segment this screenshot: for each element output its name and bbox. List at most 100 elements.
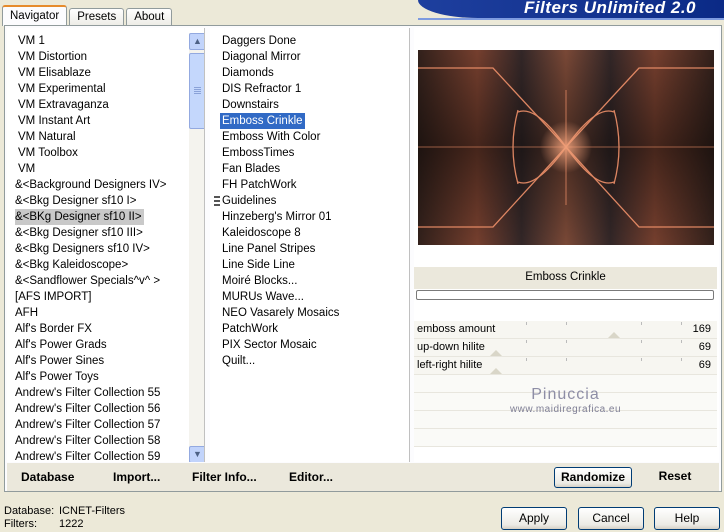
filter-item[interactable]: Downstairs bbox=[222, 97, 339, 113]
randomize-button[interactable]: Randomize bbox=[554, 467, 632, 488]
param-value: 69 bbox=[698, 359, 711, 371]
editor-button[interactable]: Editor... bbox=[289, 470, 333, 484]
slider-tick bbox=[641, 322, 642, 325]
tab-about[interactable]: About bbox=[126, 8, 173, 26]
param-label: emboss amount bbox=[417, 323, 496, 335]
filter-item[interactable]: Guidelines bbox=[222, 193, 339, 209]
slider-thumb-icon[interactable] bbox=[490, 350, 502, 356]
scroll-up-icon[interactable]: ▲ bbox=[189, 33, 204, 50]
filter-item[interactable]: Diamonds bbox=[222, 65, 339, 81]
filter-item[interactable]: Moiré Blocks... bbox=[222, 273, 339, 289]
help-button[interactable]: Help bbox=[654, 507, 720, 530]
filter-item[interactable]: MURUs Wave... bbox=[222, 289, 339, 305]
filter-item[interactable]: PatchWork bbox=[222, 321, 339, 337]
filter-info-button[interactable]: Filter Info... bbox=[192, 470, 257, 484]
category-item[interactable]: [AFS IMPORT] bbox=[15, 289, 167, 305]
param-value: 169 bbox=[692, 323, 711, 335]
category-item[interactable]: VM Experimental bbox=[15, 81, 167, 97]
import-button[interactable]: Import... bbox=[113, 470, 160, 484]
slider-tick bbox=[566, 358, 567, 361]
category-item[interactable]: VM 1 bbox=[15, 33, 167, 49]
slider-tick bbox=[641, 340, 642, 343]
database-button[interactable]: Database bbox=[21, 470, 74, 484]
watermark-url: www.maidiregrafica.eu bbox=[509, 404, 622, 415]
status-db-label: Database: bbox=[4, 505, 55, 517]
app-banner: Filters Unlimited 2.0 bbox=[418, 0, 724, 18]
param-label: up-down hilite bbox=[417, 341, 485, 353]
category-scrollbar[interactable]: ▲ ▼ bbox=[189, 33, 204, 462]
param-value: 69 bbox=[698, 341, 711, 353]
parameter-sliders: emboss amount 169 up-down hilite 69 left-rig… bbox=[414, 321, 717, 447]
param-slider[interactable]: up-down hilite 69 bbox=[414, 339, 717, 357]
grip-icon bbox=[214, 196, 220, 208]
category-item[interactable]: &<Bkg Designers sf10 IV> bbox=[15, 241, 167, 257]
apply-button[interactable]: Apply bbox=[501, 507, 567, 530]
filter-item[interactable]: Daggers Done bbox=[222, 33, 339, 49]
slider-thumb-icon[interactable] bbox=[608, 332, 620, 338]
category-item[interactable]: &<Background Designers IV> bbox=[15, 177, 167, 193]
progress-bar bbox=[416, 290, 714, 300]
filter-item[interactable]: NEO Vasarely Mosaics bbox=[222, 305, 339, 321]
watermark-name: Pinuccia bbox=[531, 386, 600, 403]
category-item[interactable]: AFH bbox=[15, 305, 167, 321]
filter-item[interactable]: PIX Sector Mosaic bbox=[222, 337, 339, 353]
filter-item[interactable]: Emboss With Color bbox=[222, 129, 339, 145]
param-slider[interactable]: left-right hilite 69 bbox=[414, 357, 717, 375]
category-item[interactable]: &<Sandflower Specials^v^ > bbox=[15, 273, 167, 289]
status-filters-value: 1222 bbox=[59, 518, 84, 530]
category-item[interactable]: VM bbox=[15, 161, 167, 177]
filter-list[interactable]: Daggers Done Diagonal Mirror Diamonds DIS R… bbox=[210, 28, 410, 462]
filter-item[interactable]: Line Panel Stripes bbox=[222, 241, 339, 257]
filter-item[interactable]: Line Side Line bbox=[222, 257, 339, 273]
slider-tick bbox=[526, 358, 527, 361]
banner-edge bbox=[418, 18, 724, 20]
category-item[interactable]: VM Instant Art bbox=[15, 113, 167, 129]
category-item[interactable]: Alf's Power Grads bbox=[15, 337, 167, 353]
category-item[interactable]: Alf's Power Sines bbox=[15, 353, 167, 369]
slider-tick bbox=[681, 358, 682, 361]
filter-item[interactable]: Diagonal Mirror bbox=[222, 49, 339, 65]
category-item[interactable]: &<Bkg Designer sf10 III> bbox=[15, 225, 167, 241]
slider-thumb-icon[interactable] bbox=[490, 368, 502, 374]
filter-item[interactable]: FH PatchWork bbox=[222, 177, 339, 193]
category-item[interactable]: Alf's Border FX bbox=[15, 321, 167, 337]
category-item[interactable]: Andrew's Filter Collection 56 bbox=[15, 401, 167, 417]
category-item[interactable]: VM Distortion bbox=[15, 49, 167, 65]
param-label: left-right hilite bbox=[417, 359, 483, 371]
category-item[interactable]: Andrew's Filter Collection 59 bbox=[15, 449, 167, 462]
scroll-thumb[interactable] bbox=[189, 53, 204, 129]
category-item[interactable]: Andrew's Filter Collection 57 bbox=[15, 417, 167, 433]
main-panel: VM 1 VM Distortion VM Elisablaze VM Experim… bbox=[4, 25, 722, 492]
filter-item[interactable]: Emboss Crinkle bbox=[220, 113, 305, 129]
filter-item[interactable]: EmbossTimes bbox=[222, 145, 339, 161]
category-list[interactable]: VM 1 VM Distortion VM Elisablaze VM Experim… bbox=[7, 28, 205, 462]
preview-area: Emboss Crinkle emboss amount 169 up-down h… bbox=[414, 28, 719, 462]
slider-tick bbox=[681, 322, 682, 325]
slider-tick bbox=[566, 322, 567, 325]
tab-navigator[interactable]: Navigator bbox=[2, 5, 68, 26]
tab-presets[interactable]: Presets bbox=[69, 8, 125, 26]
category-item[interactable]: &<Bkg Kaleidoscope> bbox=[15, 257, 167, 273]
scroll-down-icon[interactable]: ▼ bbox=[189, 446, 204, 462]
filter-item[interactable]: Hinzeberg's Mirror 01 bbox=[222, 209, 339, 225]
param-slider[interactable]: emboss amount 169 bbox=[414, 321, 717, 339]
cancel-button[interactable]: Cancel bbox=[578, 507, 644, 530]
reset-button[interactable]: Reset bbox=[645, 467, 705, 488]
filter-item[interactable]: Fan Blades bbox=[222, 161, 339, 177]
category-item[interactable]: Alf's Power Toys bbox=[15, 369, 167, 385]
category-item[interactable]: VM Extravaganza bbox=[15, 97, 167, 113]
status-filters-label: Filters: bbox=[4, 518, 37, 530]
filter-item[interactable]: Quilt... bbox=[222, 353, 339, 369]
slider-tick bbox=[641, 358, 642, 361]
filter-item[interactable]: Kaleidoscope 8 bbox=[222, 225, 339, 241]
watermark: Pinuccia www.maidiregrafica.eu bbox=[414, 386, 717, 415]
category-item[interactable]: &<BKg Designer sf10 II> bbox=[15, 209, 144, 225]
filter-item[interactable]: DIS Refractor 1 bbox=[222, 81, 339, 97]
category-item[interactable]: VM Natural bbox=[15, 129, 167, 145]
category-item[interactable]: Andrew's Filter Collection 55 bbox=[15, 385, 167, 401]
filter-preview-image bbox=[418, 50, 714, 245]
category-item[interactable]: &<Bkg Designer sf10 I> bbox=[15, 193, 167, 209]
category-item[interactable]: VM Elisablaze bbox=[15, 65, 167, 81]
category-item[interactable]: VM Toolbox bbox=[15, 145, 167, 161]
category-item[interactable]: Andrew's Filter Collection 58 bbox=[15, 433, 167, 449]
